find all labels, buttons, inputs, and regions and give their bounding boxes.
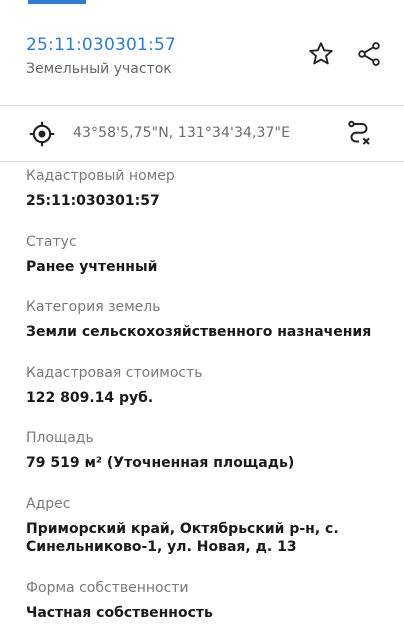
field-value: 122 809.14 руб. (26, 390, 154, 406)
field-cadastral-number: Кадастровый номер 25:11:030301:57 (26, 166, 386, 210)
field-value: Приморский край, Октябрьский р-н, с. Син… (26, 521, 339, 555)
field-label: Статус (26, 234, 77, 250)
field-label: Площадь (26, 430, 94, 446)
field-label: Категория земель (26, 299, 161, 315)
favorite-button[interactable] (305, 38, 337, 70)
object-type-subtitle: Земельный участок (26, 61, 172, 77)
coordinates-bar: 43°58'5,75"N, 131°34'34,37"E (0, 106, 404, 162)
field-ownership-form: Форма собственности Частная собственност… (26, 578, 386, 622)
field-cadastral-value: Кадастровая стоимость 122 809.14 руб. (26, 363, 386, 407)
field-value: 79 519 м² (Уточненная площадь) (26, 455, 295, 471)
route-button[interactable] (343, 118, 375, 150)
share-button[interactable] (353, 38, 385, 70)
cadastral-number-title[interactable]: 25:11:030301:57 (26, 35, 176, 55)
locate-button[interactable] (26, 118, 58, 150)
share-icon (358, 42, 380, 66)
field-address: Адрес Приморский край, Октябрьский р-н, … (26, 494, 386, 556)
field-value: Земли сельскохозяйственного назначения (26, 324, 372, 340)
object-header: 25:11:030301:57 Земельный участок (0, 0, 404, 106)
star-outline-icon (309, 42, 333, 65)
crosshair-icon (29, 121, 55, 147)
field-value: Частная собственность (26, 605, 213, 621)
route-clear-icon (348, 120, 370, 145)
field-land-category: Категория земель Земли сельскохозяйствен… (26, 297, 386, 341)
field-label: Адрес (26, 496, 71, 512)
field-value: 25:11:030301:57 (26, 193, 160, 209)
coordinates-text[interactable]: 43°58'5,75"N, 131°34'34,37"E (73, 125, 290, 141)
field-label: Кадастровый номер (26, 168, 175, 184)
field-status: Статус Ранее учтенный (26, 232, 386, 276)
field-value: Ранее учтенный (26, 259, 158, 275)
field-label: Форма собственности (26, 580, 189, 596)
field-label: Кадастровая стоимость (26, 365, 203, 381)
field-area: Площадь 79 519 м² (Уточненная площадь) (26, 428, 386, 472)
